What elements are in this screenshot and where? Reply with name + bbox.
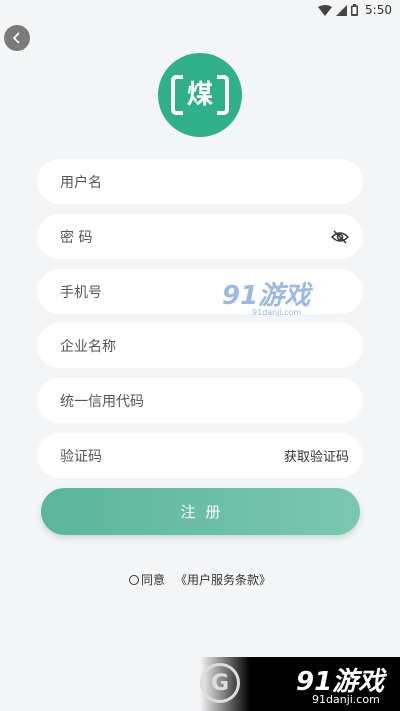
- status-bar: 5:50: [0, 0, 400, 24]
- watermark-bottom-domain: 91danji.com: [312, 693, 380, 706]
- watermark-middle-brand: 91游戏: [222, 281, 311, 311]
- eye-off-icon[interactable]: [331, 229, 349, 244]
- logo-mark: 煤: [171, 75, 229, 115]
- chevron-left-icon: [12, 29, 22, 48]
- watermark-middle: 91游戏 91danji.com: [222, 275, 310, 317]
- register-button[interactable]: 注册: [41, 488, 360, 535]
- signal-icon: [336, 4, 348, 16]
- agree-label: 同意: [140, 573, 165, 587]
- credit-code-placeholder: 统一信用代码: [60, 393, 144, 410]
- get-captcha-button[interactable]: 获取验证码: [284, 446, 349, 465]
- battery-icon: [351, 4, 359, 16]
- app-logo: 煤: [158, 53, 242, 137]
- company-name-field[interactable]: 企业名称: [37, 323, 363, 368]
- wifi-icon: [318, 4, 333, 16]
- username-field[interactable]: 用户名: [37, 159, 363, 204]
- agree-radio[interactable]: [128, 574, 139, 585]
- phone-field[interactable]: 手机号: [37, 269, 363, 314]
- username-placeholder: 用户名: [60, 174, 102, 191]
- back-button[interactable]: [4, 25, 30, 51]
- company-name-placeholder: 企业名称: [60, 338, 116, 355]
- status-icons: 5:50: [318, 3, 392, 17]
- captcha-field[interactable]: 验证码 获取验证码: [37, 433, 363, 478]
- password-field[interactable]: 密 码: [37, 214, 363, 259]
- status-time: 5:50: [365, 3, 392, 17]
- logo-bracket-left: [171, 75, 183, 115]
- terms-link[interactable]: 《用户服务条款》: [175, 571, 271, 588]
- logo-bracket-right: [217, 75, 229, 115]
- logo-text: 煤: [186, 80, 213, 110]
- agreement-row: 同意 《用户服务条款》: [0, 571, 400, 588]
- credit-code-field[interactable]: 统一信用代码: [37, 378, 363, 423]
- watermark-circle-logo: G: [200, 663, 240, 703]
- captcha-placeholder: 验证码: [60, 448, 102, 465]
- watermark-bottom: G 91游戏 91danji.com: [200, 657, 400, 711]
- password-placeholder: 密 码: [60, 229, 93, 246]
